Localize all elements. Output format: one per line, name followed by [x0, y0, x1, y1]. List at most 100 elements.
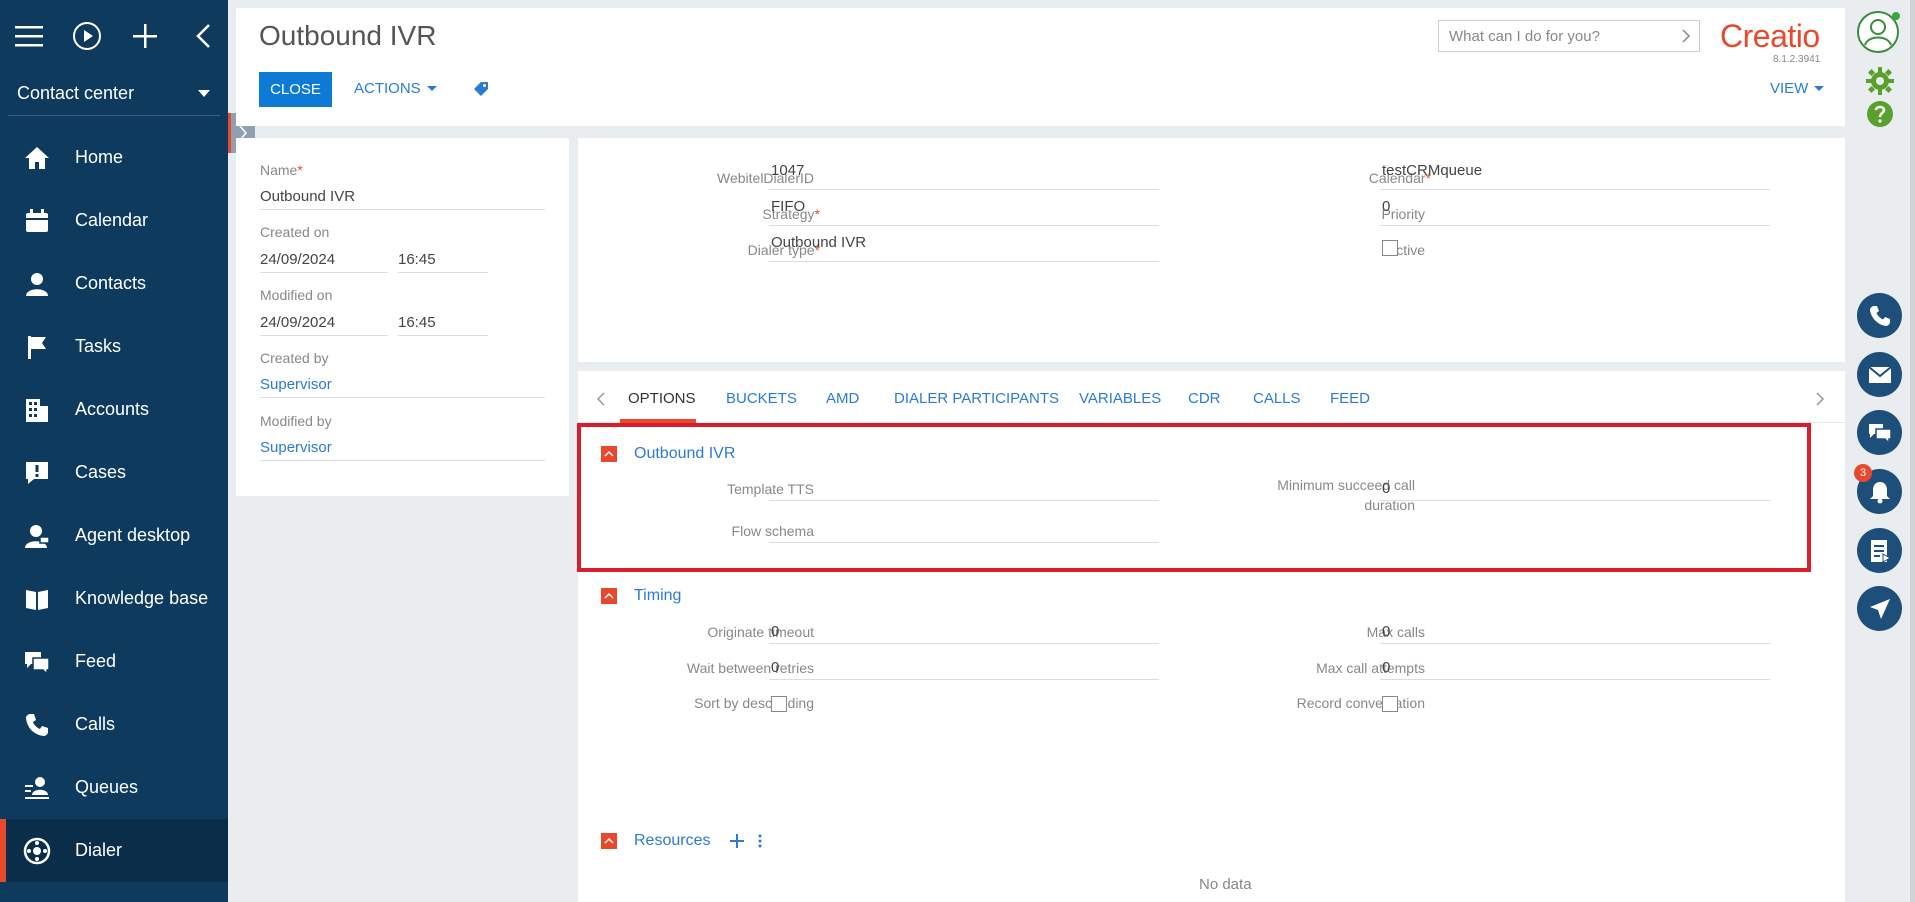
- created-by-label: Created by: [260, 350, 329, 366]
- workplace-selector[interactable]: Contact center: [8, 72, 220, 116]
- timing-group-title: Timing: [634, 587, 682, 604]
- sidebar-item-label: Calls: [75, 714, 116, 734]
- max-calls-field[interactable]: 0: [1380, 616, 1770, 644]
- queue-icon: [22, 773, 52, 803]
- tasks-panel-button[interactable]: [1857, 528, 1902, 573]
- resources-group-title: Resources: [634, 832, 711, 849]
- tab-bar: OPTIONS BUCKETS AMD DIALER PARTICIPANTS …: [578, 371, 1845, 423]
- sidebar-item-contacts[interactable]: Contacts: [0, 252, 228, 315]
- sort-descending-checkbox[interactable]: [771, 696, 787, 712]
- play-icon[interactable]: [72, 21, 102, 51]
- collapse-icon[interactable]: [601, 588, 617, 604]
- created-by-link[interactable]: Supervisor: [260, 376, 545, 398]
- sidebar-item-home[interactable]: Home: [0, 126, 228, 189]
- max-call-attempts-field[interactable]: 0: [1380, 652, 1770, 680]
- sidebar-item-label: Calendar: [75, 210, 149, 230]
- search-placeholder: What can I do for you?: [1449, 27, 1600, 45]
- created-time-field[interactable]: 16:45: [398, 251, 488, 273]
- no-data-text: No data: [1199, 876, 1252, 893]
- tab-calls[interactable]: CALLS: [1253, 390, 1301, 407]
- view-button[interactable]: VIEW: [1770, 80, 1825, 97]
- right-rail: 3: [1850, 0, 1915, 902]
- modified-on-label: Modified on: [260, 287, 333, 303]
- collapse-icon[interactable]: [601, 833, 617, 849]
- resources-group-header[interactable]: Resources: [601, 832, 762, 850]
- tab-buckets[interactable]: BUCKETS: [726, 390, 797, 407]
- chevron-right-icon[interactable]: [1815, 391, 1825, 407]
- modified-by-label: Modified by: [260, 413, 332, 429]
- sidebar-item-label: Cases: [75, 462, 127, 482]
- modified-date-field[interactable]: 24/09/2024: [260, 314, 388, 336]
- tab-cdr[interactable]: CDR: [1188, 390, 1221, 407]
- dialer-icon: [22, 836, 52, 866]
- phone-icon: [1869, 305, 1890, 326]
- sidebar-item-accounts[interactable]: Accounts: [0, 378, 228, 441]
- modified-by-link[interactable]: Supervisor: [260, 439, 545, 461]
- record-conversation-checkbox[interactable]: [1382, 696, 1398, 712]
- chevron-down-icon: [426, 86, 437, 91]
- modified-time-field[interactable]: 16:45: [398, 314, 488, 336]
- version-label: 8.1.2.3941: [1773, 54, 1821, 65]
- help-icon[interactable]: [1866, 100, 1894, 133]
- send-icon: [1869, 598, 1890, 619]
- chat-panel-button[interactable]: [1857, 410, 1902, 455]
- name-field[interactable]: Outbound IVR: [260, 188, 545, 210]
- sidebar-item-calendar[interactable]: Calendar: [0, 189, 228, 252]
- actions-button[interactable]: ACTIONS: [354, 80, 437, 97]
- tab-amd[interactable]: AMD: [826, 390, 859, 407]
- tab-dialer-participants[interactable]: DIALER PARTICIPANTS: [894, 390, 1059, 407]
- contact-icon: [22, 269, 52, 299]
- priority-field[interactable]: 0: [1380, 198, 1770, 226]
- sidebar-item-dialer[interactable]: Dialer: [0, 819, 228, 882]
- name-label: Name*: [260, 162, 303, 178]
- tab-feed[interactable]: FEED: [1330, 390, 1370, 407]
- sidebar-item-knowledge-base[interactable]: Knowledge base: [0, 567, 228, 630]
- creatio-logo: Creatio: [1720, 18, 1820, 54]
- send-panel-button[interactable]: [1857, 586, 1902, 631]
- menu-icon[interactable]: [14, 21, 44, 51]
- more-icon[interactable]: [758, 834, 762, 848]
- home-icon: [22, 143, 52, 173]
- email-panel-button[interactable]: [1857, 352, 1902, 397]
- record-info-panel: Name* Outbound IVR Created on 24/09/2024…: [236, 138, 569, 496]
- page-title: Outbound IVR: [259, 20, 437, 51]
- close-button[interactable]: CLOSE: [259, 72, 332, 107]
- notification-count-badge: 3: [1854, 464, 1872, 482]
- chevron-left-icon[interactable]: [596, 391, 606, 407]
- originate-timeout-field[interactable]: 0: [769, 616, 1159, 644]
- command-search-input[interactable]: What can I do for you?: [1438, 20, 1700, 52]
- sidebar-item-label: Home: [75, 147, 124, 167]
- tag-icon[interactable]: [472, 80, 490, 103]
- tab-variables[interactable]: VARIABLES: [1079, 390, 1161, 407]
- profile-icon[interactable]: [1856, 10, 1900, 59]
- sidebar-item-tasks[interactable]: Tasks: [0, 315, 228, 378]
- calendar-icon: [22, 206, 52, 236]
- sidebar-item-cases[interactable]: Cases: [0, 441, 228, 504]
- agent-icon: [22, 521, 52, 551]
- strategy-field[interactable]: FIFO: [769, 198, 1159, 226]
- tab-options[interactable]: OPTIONS: [628, 390, 696, 407]
- sidebar-item-label: Knowledge base: [75, 588, 209, 608]
- timing-group-header[interactable]: Timing: [601, 587, 681, 605]
- webitel-id-field[interactable]: 1047: [769, 162, 1159, 190]
- sidebar-item-queues[interactable]: Queues: [0, 756, 228, 819]
- chevron-right-icon[interactable]: [1681, 28, 1691, 44]
- dialer-type-field[interactable]: Outbound IVR: [769, 234, 1159, 262]
- calendar-field[interactable]: testCRMqueue: [1380, 162, 1770, 190]
- active-checkbox[interactable]: [1382, 240, 1398, 256]
- phone-panel-button[interactable]: [1857, 293, 1902, 338]
- chat-icon: [1868, 423, 1892, 444]
- wait-between-retries-field[interactable]: 0: [769, 652, 1159, 680]
- sidebar-item-agent-desktop[interactable]: Agent desktop: [0, 504, 228, 567]
- flag-icon: [22, 332, 52, 362]
- add-icon[interactable]: [730, 834, 745, 848]
- created-date-field[interactable]: 24/09/2024: [260, 251, 388, 273]
- sidebar-item-feed[interactable]: Feed: [0, 630, 228, 693]
- gear-icon[interactable]: [1865, 66, 1895, 101]
- workplace-label: Contact center: [17, 83, 135, 103]
- scrollbar[interactable]: [1910, 0, 1915, 902]
- back-icon[interactable]: [188, 21, 218, 51]
- plus-icon[interactable]: [130, 21, 160, 51]
- sidebar-item-label: Feed: [75, 651, 117, 671]
- sidebar-item-calls[interactable]: Calls: [0, 693, 228, 756]
